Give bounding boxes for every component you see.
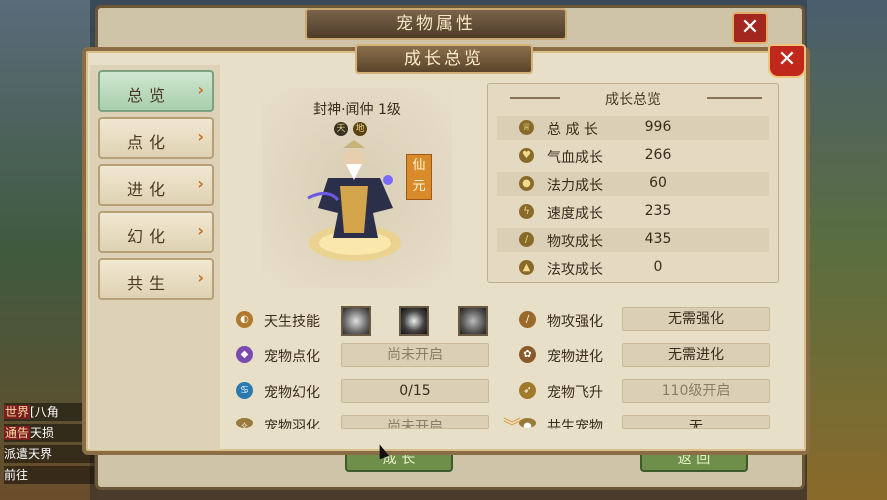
pet-illusion-value: 0/15: [341, 379, 489, 403]
chat-line[interactable]: 世界[八角: [4, 403, 94, 421]
back-close-button[interactable]: ✕: [732, 12, 768, 44]
menu-overview[interactable]: 总览 ›: [98, 70, 214, 112]
pet-evolve-label: 宠物进化: [547, 349, 603, 365]
growth-title: 成长总览: [605, 92, 661, 108]
trophy-icon: ♕: [519, 120, 534, 135]
menu-symbiosis[interactable]: 共生 ›: [98, 258, 214, 300]
panel-close-button[interactable]: ✕: [768, 44, 806, 78]
badge-icon: 地: [353, 122, 367, 136]
chevron-right-icon: ›: [197, 127, 204, 146]
feather-icon: ✧: [236, 418, 253, 428]
game-scene-right: [807, 0, 887, 500]
heart-icon: ♥: [519, 148, 534, 163]
growth-label: 法力成长: [547, 178, 603, 194]
pet-feather-value: 尚未开启: [341, 415, 489, 429]
badge-icon: 天: [334, 122, 348, 136]
pet-name: 封神·闻仲 1级: [313, 102, 401, 118]
growth-label: 法攻成长: [547, 262, 603, 278]
pet-enlighten-label: 宠物点化: [264, 349, 320, 365]
growth-row: ▲ 法攻成长 0: [497, 256, 769, 280]
pet-ascend-value: 110级开启: [622, 379, 770, 403]
growth-row: ϟ 速度成长 235: [497, 200, 769, 224]
pet-attributes-title: 宠物属性: [305, 8, 567, 40]
chat-text: [八角: [30, 405, 59, 419]
illusion-icon: ♋: [236, 382, 253, 399]
pet-evolve-value: 无需进化: [622, 343, 770, 367]
growth-row: / 物攻成长 435: [497, 228, 769, 252]
growth-value: 60: [649, 175, 667, 191]
chat-line[interactable]: 派遣天界: [4, 445, 94, 463]
skill-slot-icon[interactable]: [458, 306, 488, 336]
growth-label: 物攻成长: [547, 234, 603, 250]
sword-icon: /: [519, 232, 534, 247]
immortal-tag: 仙元: [406, 154, 432, 200]
chat-line[interactable]: 前往: [4, 466, 94, 484]
chat-channel-tag: 世界: [4, 405, 31, 419]
chevron-right-icon: ›: [197, 268, 204, 287]
scroll-down-chevron-icon[interactable]: ︾: [500, 419, 524, 437]
pet-illusion-label: 宠物幻化: [264, 385, 320, 401]
growth-value: 996: [644, 119, 672, 135]
pet-character-sprite[interactable]: [298, 138, 408, 268]
menu-label: 共生: [126, 274, 171, 293]
growth-row: ● 法力成长 60: [497, 172, 769, 196]
menu-label: 幻化: [126, 227, 171, 246]
paw-icon: ✿: [519, 346, 536, 363]
menu-evolve[interactable]: 进化 ›: [98, 164, 214, 206]
growth-value: 435: [644, 231, 672, 247]
chevron-right-icon: ›: [197, 221, 204, 240]
wing-icon: ➶: [519, 382, 536, 399]
pet-feather-label: 宠物羽化: [264, 419, 320, 429]
growth-label: 总 成 长: [547, 122, 598, 138]
growth-value: 0: [653, 259, 663, 275]
phys-enhance-value: 无需强化: [622, 307, 770, 331]
phys-enhance-label: 物攻强化: [547, 314, 603, 330]
sword-icon: /: [519, 311, 536, 328]
skill-slot-icon[interactable]: [341, 306, 371, 336]
bolt-icon: ϟ: [519, 204, 534, 219]
chevron-right-icon: ›: [197, 80, 204, 99]
panel-title: 成长总览: [355, 44, 533, 74]
growth-label: 气血成长: [547, 150, 603, 166]
chat-text: 天损: [30, 426, 55, 440]
enlighten-icon: ◆: [236, 346, 253, 363]
menu-enlighten[interactable]: 点化 ›: [98, 117, 214, 159]
drop-icon: ●: [519, 176, 534, 191]
skill-slot-icon[interactable]: [399, 306, 429, 336]
growth-row: ♕ 总 成 长 996: [497, 116, 769, 140]
symbiosis-value: 无: [622, 415, 770, 429]
growth-label: 速度成长: [547, 206, 603, 222]
chat-line[interactable]: 通告天损: [4, 424, 94, 442]
menu-label: 点化: [126, 133, 171, 152]
growth-value: 266: [644, 147, 672, 163]
innate-skill-icon: ◐: [236, 311, 253, 328]
pet-enlighten-value: 尚未开启: [341, 343, 489, 367]
growth-row: ♥ 气血成长 266: [497, 144, 769, 168]
pet-ascend-label: 宠物飞升: [547, 385, 603, 401]
menu-illusion[interactable]: 幻化 ›: [98, 211, 214, 253]
menu-label: 进化: [126, 180, 171, 199]
chevron-right-icon: ›: [197, 174, 204, 193]
flame-icon: ▲: [519, 260, 534, 275]
menu-label: 总览: [126, 86, 171, 105]
innate-skill-label: 天生技能: [264, 314, 320, 330]
symbiosis-label: 共生宠物: [547, 419, 603, 429]
growth-value: 235: [644, 203, 672, 219]
chat-text: 派遣天界: [4, 447, 53, 461]
chat-channel-tag: 通告: [4, 426, 31, 440]
chat-text: 前往: [4, 468, 29, 482]
